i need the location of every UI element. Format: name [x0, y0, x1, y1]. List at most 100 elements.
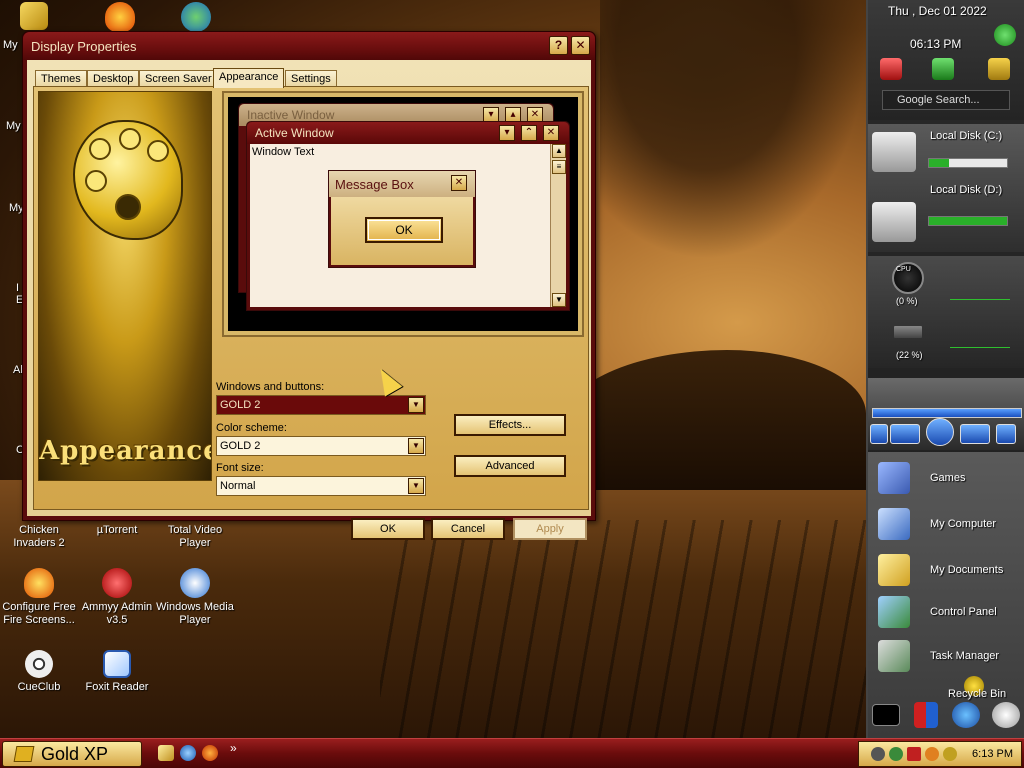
sidebar-disk-section: Local Disk (C:) Local Disk (D:): [868, 124, 1024, 252]
firefox-icon[interactable]: [202, 745, 218, 761]
sidebar-cpu-section: CPU (0 %) (22 %): [868, 256, 1024, 368]
effects-button[interactable]: Effects...: [454, 414, 566, 436]
google-search-input[interactable]: Google Search...: [882, 90, 1010, 110]
ammyy-admin-icon: [102, 568, 132, 598]
edge-label-2: My: [6, 120, 21, 132]
power-icon[interactable]: [880, 58, 902, 80]
show-desktop-icon[interactable]: [158, 745, 174, 761]
desktop-icon-cueclub[interactable]: CueClub: [0, 650, 78, 694]
font-size-value: Normal: [220, 480, 256, 492]
preview-inactive-title: Inactive Window: [247, 108, 335, 122]
wallpaper-branches: [600, 0, 866, 260]
media-seek-bar[interactable]: [872, 408, 1022, 418]
command-prompt-icon[interactable]: [872, 704, 900, 726]
desktop-icon-total-video-player[interactable]: Total Video Player: [156, 524, 234, 550]
tray-icon-4[interactable]: [925, 747, 939, 761]
start-button-label: Gold XP: [41, 744, 109, 764]
palette-dot: [115, 194, 141, 220]
quick-launch-overflow[interactable]: »: [230, 741, 237, 755]
tab-themes[interactable]: Themes: [35, 70, 87, 87]
desktop-icon-label: µTorrent: [96, 524, 138, 536]
windows-buttons-label: Windows and buttons:: [216, 381, 325, 393]
minimize-icon: ▾: [499, 125, 515, 141]
shield-icon[interactable]: [914, 702, 938, 728]
font-size-label: Font size:: [216, 462, 264, 474]
help-button[interactable]: ?: [549, 36, 568, 55]
launcher-label: Control Panel: [930, 606, 997, 618]
fast-forward-icon[interactable]: [960, 424, 990, 444]
apply-button[interactable]: Apply: [513, 518, 587, 540]
close-icon: ✕: [451, 175, 467, 191]
chevron-down-icon[interactable]: ▼: [408, 438, 424, 454]
launcher-label: My Documents: [930, 564, 1004, 576]
close-button[interactable]: ✕: [571, 36, 590, 55]
sidebar-launcher: Games My Computer My Documents Control P…: [868, 452, 1024, 738]
desktop-icon-windows-media-player[interactable]: Windows Media Player: [156, 568, 234, 627]
tray-icon-5[interactable]: [943, 747, 957, 761]
desktop-icon-label: CueClub: [17, 681, 61, 693]
font-size-select[interactable]: Normal ▼: [216, 476, 426, 496]
fire-icon: [24, 568, 54, 598]
restart-icon[interactable]: [932, 58, 954, 80]
ram-graph: [950, 320, 1010, 348]
eject-icon[interactable]: [996, 424, 1016, 444]
arrow-right-icon[interactable]: [994, 24, 1016, 46]
tab-appearance[interactable]: Appearance: [213, 68, 285, 88]
desktop-icon-foxit-reader[interactable]: Foxit Reader: [78, 650, 156, 694]
launcher-my-computer[interactable]: My Computer: [868, 504, 1024, 546]
desktop-icon-utorrent[interactable]: µTorrent: [78, 524, 156, 537]
launcher-label: My Computer: [930, 518, 997, 530]
appearance-preview: Inactive Window ▾ ▴ ✕ Active Window ▾ ⌃ …: [222, 91, 584, 337]
windows-buttons-value: GOLD 2: [220, 399, 261, 411]
control-panel-icon: [878, 596, 910, 628]
advanced-button[interactable]: Advanced: [454, 455, 566, 477]
rewind-icon[interactable]: [890, 424, 920, 444]
launcher-label: Recycle Bin: [948, 688, 1007, 700]
tray-icon-2[interactable]: [889, 747, 903, 761]
tab-settings[interactable]: Settings: [285, 70, 337, 87]
launcher-control-panel[interactable]: Control Panel: [868, 592, 1024, 634]
desktop-icon-label: Windows Media Player: [156, 601, 234, 626]
memory-chip-icon: [894, 326, 922, 338]
desktop-icon-chicken-invaders[interactable]: Chicken Invaders 2: [0, 524, 78, 550]
scroll-down-icon: ▼: [552, 293, 566, 307]
desktop-icon-ammyy-admin[interactable]: Ammyy Admin v3.5: [78, 568, 156, 627]
scroll-thumb: ≡: [552, 160, 566, 174]
tab-screen-saver[interactable]: Screen Saver: [139, 70, 218, 87]
cpu-label: CPU: [896, 266, 911, 273]
preview-active-title: Active Window: [255, 126, 334, 140]
window-titlebar[interactable]: Display Properties: [23, 32, 595, 60]
speaker-icon[interactable]: [992, 702, 1020, 728]
desktop-icon-configure-free-fire[interactable]: Configure Free Fire Screens...: [0, 568, 78, 627]
preview-active-window: Active Window ▾ ⌃ ✕ Window Text ▲ ≡ ▼ Me…: [246, 121, 570, 311]
desktop-icon-label: Chicken Invaders 2: [13, 524, 65, 549]
taskbar-clock[interactable]: 6:13 PM: [972, 748, 1013, 760]
chevron-down-icon[interactable]: ▼: [408, 397, 424, 413]
edge-label-4: I: [16, 282, 20, 294]
preview-canvas: Inactive Window ▾ ▴ ✕ Active Window ▾ ⌃ …: [228, 97, 578, 331]
color-scheme-select[interactable]: GOLD 2 ▼: [216, 436, 426, 456]
message-box-body: OK: [331, 197, 473, 265]
chevron-down-icon[interactable]: ▼: [408, 478, 424, 494]
tray-icon-1[interactable]: [871, 747, 885, 761]
internet-explorer-icon[interactable]: [180, 745, 196, 761]
target-icon: [25, 650, 53, 678]
cancel-button[interactable]: Cancel: [431, 518, 505, 540]
desktop-icon-label: Foxit Reader: [85, 681, 149, 693]
play-icon[interactable]: [926, 418, 954, 446]
start-button[interactable]: Gold XP: [2, 741, 142, 767]
launcher-games[interactable]: Games: [868, 458, 1024, 500]
stop-icon[interactable]: [870, 424, 888, 444]
launcher-my-documents[interactable]: My Documents: [868, 550, 1024, 592]
network-icon[interactable]: [952, 702, 980, 728]
window-title: Display Properties: [31, 39, 137, 54]
windows-buttons-select[interactable]: GOLD 2 ▼: [216, 395, 426, 415]
disk-c-usage-fill: [929, 159, 949, 167]
edge-label-1: My: [3, 39, 18, 51]
desktop-icon-top-1[interactable]: [4, 2, 64, 33]
ok-button[interactable]: OK: [351, 518, 425, 540]
tab-desktop[interactable]: Desktop: [87, 70, 140, 87]
logoff-icon[interactable]: [988, 58, 1010, 80]
shield-icon[interactable]: [907, 747, 921, 761]
side-banner-title: Appearance: [39, 436, 212, 466]
